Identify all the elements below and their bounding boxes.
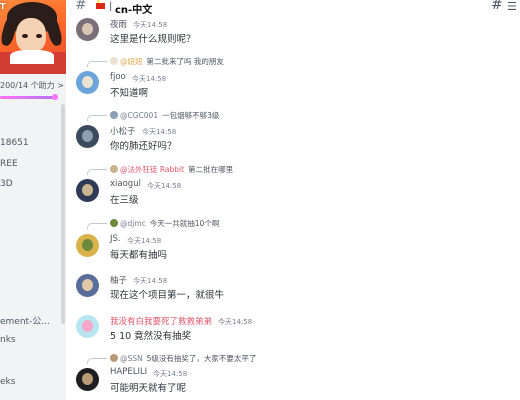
reply-connector — [87, 115, 107, 121]
reply-preview[interactable]: @djmc 今天一共就抽10个啊 — [110, 218, 219, 228]
message-username[interactable]: HAPELILI — [110, 367, 147, 377]
sidebar-scrollbar[interactable] — [61, 104, 65, 324]
message-content: 现在这个项目第一，就很牛 — [110, 290, 225, 301]
banner-art-hair-right — [44, 14, 64, 48]
reply-username[interactable]: @妞妞 — [120, 57, 143, 66]
message[interactable]: @妞妞 第二批来了吗 我的朋友 fjoo 今天14:58 不知道啊 — [66, 56, 506, 100]
banner-art-eye-right — [36, 34, 42, 38]
reply-username[interactable]: @SSN — [120, 354, 143, 363]
reply-text: 第二批在哪里 — [188, 165, 234, 174]
user-avatar[interactable] — [76, 368, 99, 391]
banner-art-collar — [10, 50, 54, 64]
user-avatar[interactable] — [76, 234, 99, 257]
message-username[interactable]: 我没有白我要死了救救弟弟 — [110, 315, 212, 327]
message[interactable]: 夜雨 今天14:58 这里是什么规则呢？ — [66, 12, 506, 48]
message-timestamp: 今天14:58 — [133, 21, 168, 29]
user-avatar[interactable] — [76, 71, 99, 94]
boost-progress-text[interactable]: 200/14 个助力 > — [0, 80, 66, 91]
user-avatar[interactable] — [76, 315, 99, 338]
sidebar-item[interactable]: ement-公... — [0, 314, 50, 327]
sidebar-item[interactable]: nks — [0, 335, 16, 345]
message-timestamp: 今天14:58 — [142, 128, 177, 136]
reply-connector — [87, 358, 107, 364]
reply-text: 第二批来了吗 我的朋友 — [146, 57, 224, 66]
reply-avatar — [110, 219, 118, 227]
china-flag-icon — [96, 0, 105, 9]
message-content: 在三级 — [110, 195, 139, 206]
boost-progress-bar — [0, 96, 58, 99]
reply-username[interactable]: @djmc — [120, 219, 146, 228]
boost-progress-marker — [52, 94, 58, 100]
server-banner[interactable]: T — [0, 0, 66, 74]
reply-text: 5级没有抽奖了，大家不要太平了 — [146, 354, 257, 363]
message[interactable]: @SSN 5级没有抽奖了，大家不要太平了 HAPELILI 今天14:58 可能明… — [66, 353, 506, 397]
reply-connector — [87, 223, 107, 229]
message-timestamp: 今天14:58 — [132, 75, 167, 83]
reply-username[interactable]: @法外狂徒 Rabbit — [120, 165, 184, 174]
message-username[interactable]: JS. — [110, 234, 121, 244]
message[interactable]: @法外狂徒 Rabbit 第二批在哪里 xiaogul 今天14:58 在三级 — [66, 164, 506, 208]
banner-art-eye-left — [22, 34, 28, 38]
message-username[interactable]: 柚子 — [110, 274, 127, 286]
message[interactable]: 柚子 今天14:58 现在这个项目第一，就很牛 — [66, 272, 506, 306]
reply-preview[interactable]: @SSN 5级没有抽奖了，大家不要太平了 — [110, 353, 256, 363]
menu-icon[interactable]: ☰ — [507, 0, 517, 13]
sidebar-item[interactable]: 3D — [0, 179, 13, 189]
boost-progress-fill — [0, 96, 54, 99]
message-content: 每天都有抽吗 — [110, 250, 168, 261]
reply-connector — [87, 61, 107, 67]
user-avatar[interactable] — [76, 274, 99, 297]
channel-sidebar: T 200/14 个助力 > 18651 REE 3D ement-公... n… — [0, 0, 66, 400]
reply-preview[interactable]: @CGC001 一包烟够不够3级 — [110, 110, 219, 120]
user-avatar[interactable] — [76, 18, 99, 41]
message[interactable]: @djmc 今天一共就抽10个啊 JS. 今天14:58 每天都有抽吗 — [66, 218, 506, 262]
reply-text: 一包烟够不够3级 — [162, 111, 220, 120]
message[interactable]: @CGC001 一包烟够不够3级 小松子 今天14:58 你的肺还好吗？ — [66, 110, 506, 154]
message[interactable]: 我没有白我要死了救救弟弟 今天14:58 5 10 竟然没有抽奖 — [66, 313, 506, 347]
reply-avatar — [110, 354, 118, 362]
reply-username[interactable]: @CGC001 — [120, 111, 158, 120]
message-content: 这里是什么规则呢？ — [110, 34, 196, 45]
server-name[interactable]: T — [0, 2, 5, 11]
message-timestamp: 今天14:58 — [153, 370, 188, 378]
message-timestamp: 今天14:58 — [218, 318, 253, 326]
message-timestamp: 今天14:58 — [127, 237, 162, 245]
message-username[interactable]: xiaogul — [110, 179, 141, 189]
user-avatar[interactable] — [76, 179, 99, 202]
message-timestamp: 今天14:58 — [147, 182, 182, 190]
message-username[interactable]: 夜雨 — [110, 18, 127, 30]
header-separator: | — [109, 1, 113, 12]
reply-preview[interactable]: @妞妞 第二批来了吗 我的朋友 — [110, 56, 224, 66]
message-username[interactable]: fjoo — [110, 72, 126, 82]
message-timestamp: 今天14:58 — [133, 277, 168, 285]
message-content: 你的肺还好吗？ — [110, 141, 177, 152]
reply-connector — [87, 169, 107, 175]
message-content: 可能明天就有了呢 — [110, 383, 187, 394]
message-content: 5 10 竟然没有抽奖 — [110, 331, 192, 342]
sidebar-item[interactable]: 18651 — [0, 138, 29, 148]
reply-preview[interactable]: @法外狂徒 Rabbit 第二批在哪里 — [110, 164, 233, 174]
reply-avatar — [110, 111, 118, 119]
reply-avatar — [110, 57, 118, 65]
user-avatar[interactable] — [76, 125, 99, 148]
message-content: 不知道啊 — [110, 88, 149, 99]
reply-text: 今天一共就抽10个啊 — [149, 219, 220, 228]
sidebar-item[interactable]: REE — [0, 159, 18, 169]
sidebar-item[interactable]: eks — [0, 377, 15, 387]
reply-avatar — [110, 165, 118, 173]
message-username[interactable]: 小松子 — [110, 125, 136, 137]
